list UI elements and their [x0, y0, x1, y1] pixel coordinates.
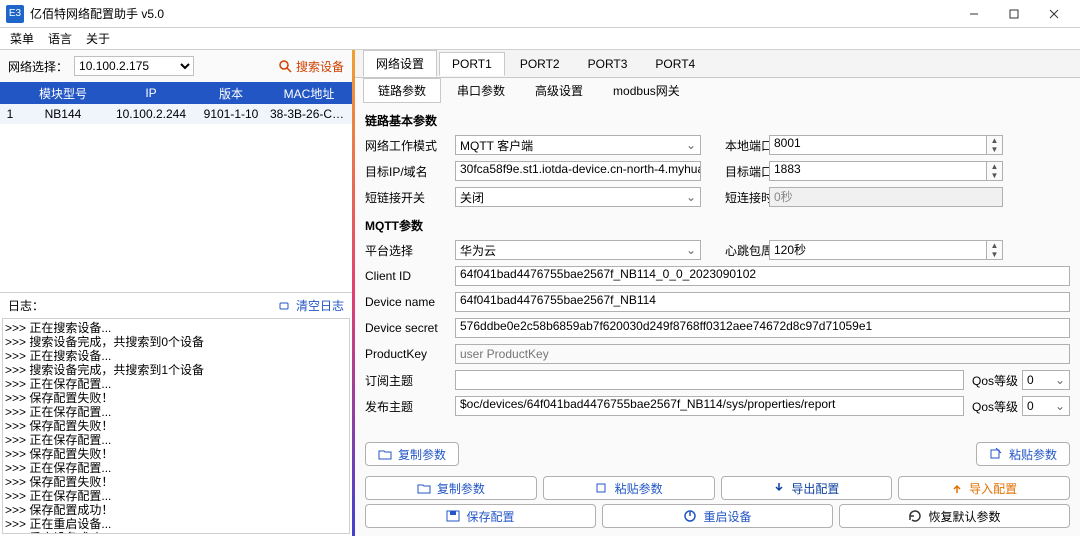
close-button[interactable] — [1034, 0, 1074, 27]
search-icon — [278, 59, 292, 73]
app-icon: E3 — [6, 5, 24, 23]
subtab-serial-params[interactable]: 串口参数 — [443, 79, 519, 102]
device-name-label: Device name — [365, 295, 451, 309]
short-time-label: 短连接时间 — [705, 189, 765, 206]
import-config-button[interactable]: 导入配置 — [898, 476, 1070, 500]
export-icon — [773, 482, 785, 494]
menu-item-menu[interactable]: 菜单 — [10, 30, 34, 47]
target-port-label: 目标端口 — [705, 163, 765, 180]
sub-qos-select[interactable]: 0⌄ — [1022, 370, 1070, 390]
device-name-input[interactable]: 64f041bad4476755bae2567f_NB114 — [455, 292, 1070, 312]
export-config-button[interactable]: 导出配置 — [721, 476, 893, 500]
subtab-link-params[interactable]: 链路参数 — [363, 78, 441, 103]
refresh-icon — [908, 510, 922, 522]
platform-select[interactable]: 华为云⌄ — [455, 240, 701, 260]
target-ip-label: 目标IP/域名 — [365, 163, 451, 180]
reboot-device-button[interactable]: 重启设备 — [602, 504, 833, 528]
minimize-button[interactable] — [954, 0, 994, 27]
paste-params-button[interactable]: 粘贴参数 — [976, 442, 1070, 466]
product-key-input[interactable] — [455, 344, 1070, 364]
tab-port3[interactable]: PORT3 — [575, 52, 641, 76]
local-port-input[interactable]: 8001▲▼ — [769, 135, 1003, 155]
device-secret-label: Device secret — [365, 321, 451, 335]
device-table-header: 模块型号 IP 版本 MAC地址 — [0, 82, 352, 104]
client-id-input[interactable]: 64f041bad4476755bae2567f_NB114_0_0_20230… — [455, 266, 1070, 286]
clear-log-button[interactable]: 清空日志 — [278, 297, 344, 314]
sub-qos-label: Qos等级 — [968, 372, 1018, 389]
subtab-modbus[interactable]: modbus网关 — [599, 79, 694, 102]
local-port-label: 本地端口 — [705, 137, 765, 154]
section-link-basic: 链路基本参数 — [365, 106, 1070, 133]
pub-topic-input[interactable]: $oc/devices/64f041bad4476755bae2567f_NB1… — [455, 396, 964, 416]
short-conn-label: 短链接开关 — [365, 189, 451, 206]
heartbeat-label: 心跳包周期 — [705, 242, 765, 259]
work-mode-select[interactable]: MQTT 客户端⌄ — [455, 135, 701, 155]
chevron-down-icon: ⌄ — [686, 138, 696, 152]
sub-tabs: 链路参数 串口参数 高级设置 modbus网关 — [355, 78, 1080, 102]
client-id-label: Client ID — [365, 269, 451, 283]
edit-icon — [595, 482, 609, 494]
heartbeat-input[interactable]: 120秒▲▼ — [769, 240, 1003, 260]
network-select-label: 网络选择： — [8, 58, 68, 75]
bottom-paste-button[interactable]: 粘贴参数 — [543, 476, 715, 500]
eraser-icon — [278, 300, 292, 312]
short-conn-select[interactable]: 关闭⌄ — [455, 187, 701, 207]
short-time-value: 0秒 — [769, 187, 1003, 207]
edit-icon — [989, 448, 1003, 460]
subtab-advanced[interactable]: 高级设置 — [521, 79, 597, 102]
log-output[interactable]: 正在搜索设备... 搜索设备完成，共搜索到0个设备 正在搜索设备... 搜索设备… — [2, 318, 350, 534]
power-icon — [683, 509, 697, 523]
maximize-button[interactable] — [994, 0, 1034, 27]
sub-topic-input[interactable] — [455, 370, 964, 390]
bottom-copy-button[interactable]: 复制参数 — [365, 476, 537, 500]
pub-qos-select[interactable]: 0⌄ — [1022, 396, 1070, 416]
tab-network-settings[interactable]: 网络设置 — [363, 50, 437, 77]
chevron-down-icon: ⌄ — [686, 243, 696, 257]
folder-icon — [417, 482, 431, 494]
device-secret-input[interactable]: 576ddbe0e2c58b6859ab7f620030d249f8768ff0… — [455, 318, 1070, 338]
window-title: 亿佰特网络配置助手 v5.0 — [30, 5, 164, 22]
product-key-label: ProductKey — [365, 347, 451, 361]
section-mqtt: MQTT参数 — [365, 211, 1070, 238]
menubar: 菜单 语言 关于 — [0, 28, 1080, 50]
restore-default-button[interactable]: 恢复默认参数 — [839, 504, 1070, 528]
chevron-down-icon: ⌄ — [686, 190, 696, 204]
device-table-row[interactable]: 1 NB144 10.100.2.244 9101-1-10 38-3B-26-… — [0, 104, 352, 124]
sub-topic-label: 订阅主题 — [365, 372, 451, 389]
menu-item-about[interactable]: 关于 — [86, 30, 110, 47]
tab-port1[interactable]: PORT1 — [439, 52, 505, 76]
menu-item-language[interactable]: 语言 — [48, 30, 72, 47]
pub-topic-label: 发布主题 — [365, 398, 451, 415]
work-mode-label: 网络工作模式 — [365, 137, 451, 154]
main-tabs: 网络设置 PORT1 PORT2 PORT3 PORT4 — [355, 50, 1080, 78]
network-select[interactable]: 10.100.2.175 — [74, 56, 194, 76]
tab-port2[interactable]: PORT2 — [507, 52, 573, 76]
window-titlebar: E3 亿佰特网络配置助手 v5.0 — [0, 0, 1080, 28]
platform-label: 平台选择 — [365, 242, 451, 259]
target-ip-input[interactable]: 30fca58f9e.st1.iotda-device.cn-north-4.m… — [455, 161, 701, 181]
copy-params-button[interactable]: 复制参数 — [365, 442, 459, 466]
import-icon — [951, 482, 963, 494]
tab-port4[interactable]: PORT4 — [642, 52, 708, 76]
search-device-button[interactable]: 搜索设备 — [278, 58, 344, 75]
pub-qos-label: Qos等级 — [968, 398, 1018, 415]
log-label: 日志： — [8, 297, 44, 314]
target-port-input[interactable]: 1883▲▼ — [769, 161, 1003, 181]
save-config-button[interactable]: 保存配置 — [365, 504, 596, 528]
save-icon — [446, 510, 460, 522]
folder-icon — [378, 448, 392, 460]
